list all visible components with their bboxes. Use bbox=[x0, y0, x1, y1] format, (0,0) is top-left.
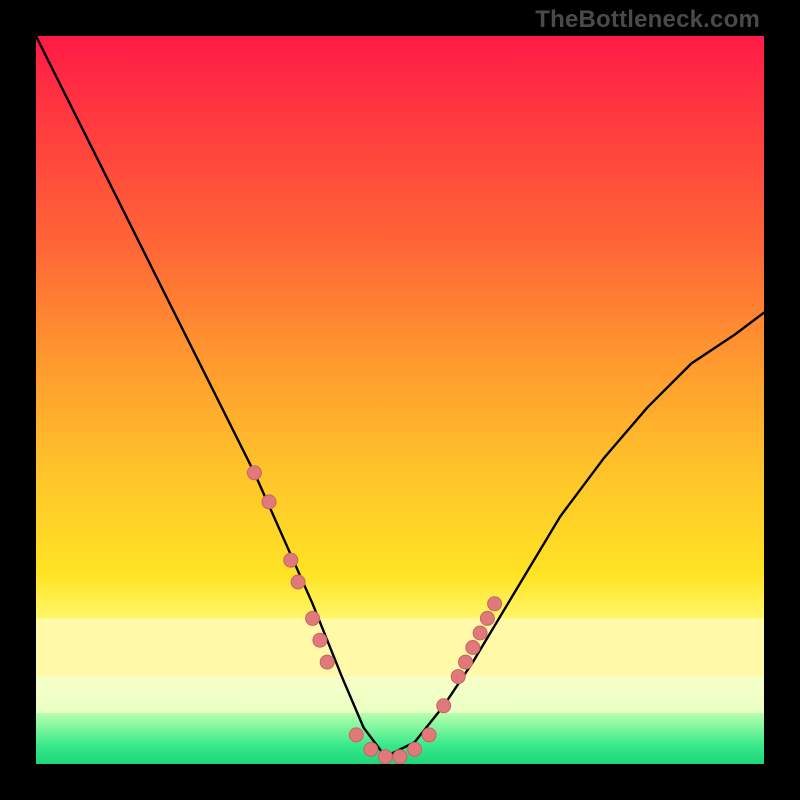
watermark-text: TheBottleneck.com bbox=[535, 6, 760, 34]
curve-marker bbox=[262, 495, 276, 509]
curve-marker bbox=[313, 633, 327, 647]
curve-marker bbox=[247, 466, 261, 480]
curve-marker bbox=[459, 655, 473, 669]
curve-marker bbox=[306, 611, 320, 625]
curve-marker bbox=[393, 750, 407, 764]
bottleneck-curve-svg bbox=[36, 36, 764, 764]
curve-marker bbox=[451, 670, 465, 684]
chart-frame: TheBottleneck.com bbox=[0, 0, 800, 800]
curve-marker bbox=[466, 641, 480, 655]
curve-marker bbox=[349, 728, 363, 742]
curve-marker bbox=[408, 742, 422, 756]
curve-marker bbox=[364, 742, 378, 756]
curve-marker bbox=[480, 611, 494, 625]
curve-marker bbox=[378, 750, 392, 764]
bottleneck-curve-path bbox=[36, 36, 764, 757]
marker-group bbox=[247, 466, 501, 764]
plot-area bbox=[36, 36, 764, 764]
curve-marker bbox=[488, 597, 502, 611]
curve-marker bbox=[291, 575, 305, 589]
curve-marker bbox=[437, 699, 451, 713]
curve-marker bbox=[422, 728, 436, 742]
curve-marker bbox=[284, 553, 298, 567]
curve-marker bbox=[320, 655, 334, 669]
curve-marker bbox=[473, 626, 487, 640]
